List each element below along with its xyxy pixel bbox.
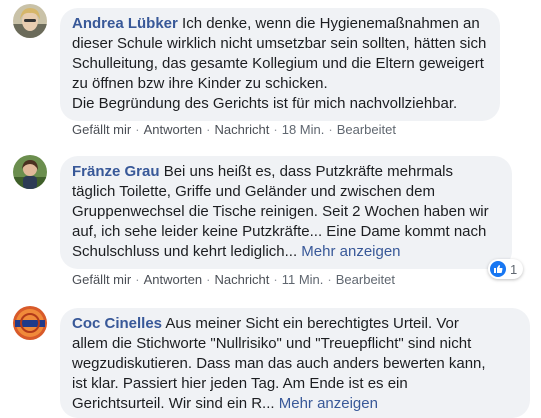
- like-link[interactable]: Gefällt mir: [72, 122, 131, 137]
- separator: ·: [206, 272, 211, 287]
- reaction-badge[interactable]: 1: [488, 259, 524, 279]
- separator: ·: [328, 122, 333, 137]
- comment-text-line: wegzudiskutieren. Dass man das auch ande…: [72, 355, 486, 372]
- separator: ·: [135, 272, 140, 287]
- reply-link[interactable]: Antworten: [144, 122, 203, 137]
- timestamp[interactable]: 11 Min.: [282, 272, 324, 287]
- avatar[interactable]: [13, 155, 47, 189]
- author-name[interactable]: Fränze Grau: [72, 163, 160, 180]
- separator: ·: [327, 272, 332, 287]
- timestamp[interactable]: 18 Min.: [282, 122, 325, 137]
- message-link[interactable]: Nachricht: [214, 272, 269, 287]
- comment-text-line: Gruppenwechsel die Tische reinigen. Seit…: [72, 203, 489, 220]
- comment-actions: Gefällt mir · Antworten · Nachricht · 11 Min. ·…: [72, 272, 395, 288]
- separator: ·: [273, 122, 278, 137]
- comment-text-line: Die Begründung des Gerichts ist für mich…: [72, 95, 458, 112]
- comment-text-line: Ich denke, wenn die Hygienemaßnahmen an: [182, 15, 480, 32]
- comment-text-line: zu öffnen bzw ihre Kinder zu schicken.: [72, 75, 328, 92]
- edited-label[interactable]: Bearbeitet: [336, 272, 395, 287]
- comment-bubble: Coc Cinelles Aus meiner Sicht ein berech…: [60, 308, 530, 418]
- author-name[interactable]: Andrea Lübker: [72, 15, 178, 32]
- comment-text-line: auf, ich sehe leider keine Putzkräfte...…: [72, 223, 487, 240]
- comment-text-line: Gerichtsurteil. Wir sind ein R...: [72, 395, 275, 412]
- comment-bubble: Fränze Grau Bei uns heißt es, dass Putzk…: [60, 156, 512, 269]
- avatar[interactable]: [13, 306, 47, 340]
- comment-text-line: Schulleitung, das gesamte Kollegium und …: [72, 55, 484, 72]
- thumbs-up-icon: [490, 261, 506, 277]
- reaction-count: 1: [510, 261, 518, 277]
- comment-text-line: ist klar. Passiert hier jeden Tag. Am En…: [72, 375, 408, 392]
- comment-text-line: dieser Schule wirklich nicht umsetzbar s…: [72, 35, 487, 52]
- comment-text-line: Aus meiner Sicht ein berechtigtes Urteil…: [165, 315, 459, 332]
- show-more-link[interactable]: Mehr anzeigen: [279, 395, 378, 412]
- comment-text-line: Schulschluss und kehrt lediglich...: [72, 243, 298, 260]
- like-link[interactable]: Gefällt mir: [72, 272, 131, 287]
- comment-bubble: Andrea Lübker Ich denke, wenn die Hygien…: [60, 8, 500, 121]
- comment-text-line: Bei uns heißt es, dass Putzkräfte mehrma…: [163, 163, 453, 180]
- separator: ·: [273, 272, 278, 287]
- comment-text-line: täglich Toilette, Griffe und Geländer un…: [72, 183, 435, 200]
- avatar[interactable]: [13, 4, 47, 38]
- comment-text-line: allem die Stichworte "Nullrisiko" und "T…: [72, 335, 472, 352]
- message-link[interactable]: Nachricht: [214, 122, 269, 137]
- reply-link[interactable]: Antworten: [144, 272, 203, 287]
- separator: ·: [206, 122, 211, 137]
- show-more-link[interactable]: Mehr anzeigen: [301, 243, 400, 260]
- separator: ·: [135, 122, 140, 137]
- edited-label[interactable]: Bearbeitet: [337, 122, 396, 137]
- comment-actions: Gefällt mir · Antworten · Nachricht · 18 Min. ·…: [72, 122, 396, 138]
- author-name[interactable]: Coc Cinelles: [72, 315, 162, 332]
